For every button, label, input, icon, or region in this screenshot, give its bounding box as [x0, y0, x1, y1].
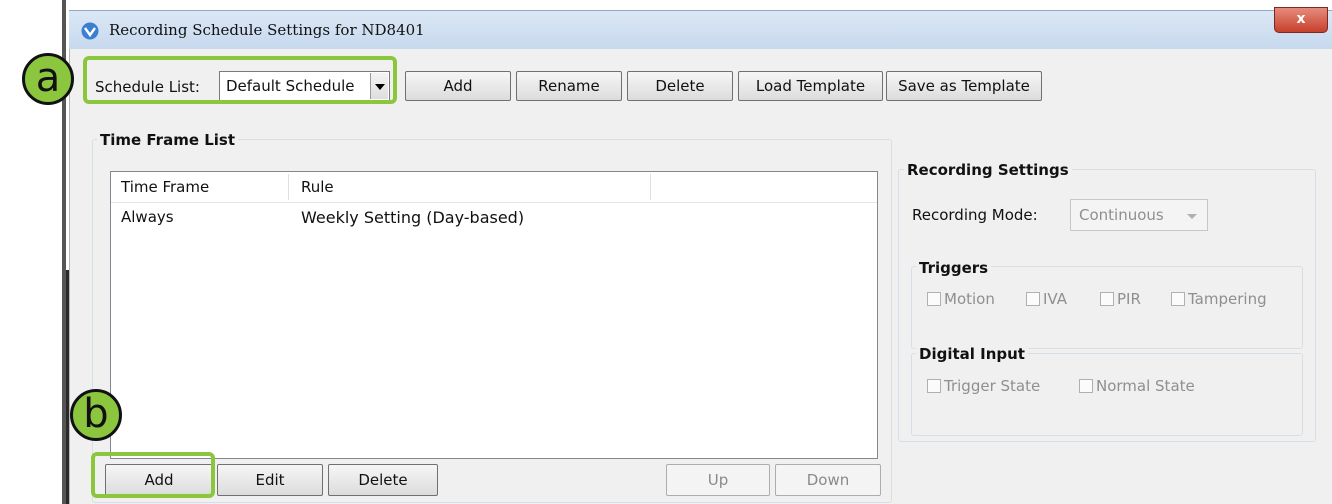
close-button[interactable]: x: [1274, 7, 1328, 33]
add-schedule-button[interactable]: Add: [405, 71, 511, 101]
delete-time-frame-button[interactable]: Delete: [328, 464, 438, 496]
recording-mode-label: Recording Mode:: [912, 206, 1038, 224]
triggers-title: Triggers: [916, 259, 992, 277]
column-header-time-frame[interactable]: Time Frame: [121, 178, 209, 196]
tampering-label: Tampering: [1188, 290, 1267, 308]
pir-checkbox[interactable]: [1100, 292, 1114, 306]
time-frame-cell: Always: [121, 208, 174, 226]
delete-schedule-button[interactable]: Delete: [627, 71, 733, 101]
recording-settings-title: Recording Settings: [904, 161, 1072, 179]
rename-schedule-button[interactable]: Rename: [516, 71, 622, 101]
window-client: Schedule List: Default Schedule Add Rena…: [69, 49, 1332, 504]
callout-b-badge: b: [70, 389, 122, 441]
move-up-button[interactable]: Up: [666, 464, 770, 496]
move-down-button[interactable]: Down: [775, 464, 881, 496]
tampering-checkbox[interactable]: [1171, 292, 1185, 306]
trigger-state-checkbox[interactable]: [927, 379, 941, 393]
callout-a-badge: a: [22, 53, 74, 105]
recording-mode-dropdown[interactable]: Continuous: [1070, 199, 1208, 231]
digital-input-title: Digital Input: [916, 345, 1028, 363]
chevron-down-icon: [1187, 214, 1197, 219]
pir-label: PIR: [1117, 290, 1141, 308]
normal-state-label: Normal State: [1096, 377, 1195, 395]
iva-checkbox[interactable]: [1026, 292, 1040, 306]
time-frame-group-title: Time Frame List: [97, 131, 239, 149]
window-title: Recording Schedule Settings for ND8401: [109, 21, 425, 39]
trigger-state-label: Trigger State: [944, 377, 1041, 395]
time-frame-table[interactable]: Time Frame Rule Always Weekly Setting (D…: [110, 171, 878, 459]
motion-checkbox[interactable]: [927, 292, 941, 306]
title-bar[interactable]: Recording Schedule Settings for ND8401 x: [69, 7, 1332, 49]
edit-time-frame-button[interactable]: Edit: [217, 464, 323, 496]
table-header: Time Frame Rule: [111, 172, 877, 203]
motion-label: Motion: [944, 290, 995, 308]
callout-b-highlight: [91, 452, 215, 498]
recording-mode-value: Continuous: [1079, 206, 1164, 224]
save-template-button[interactable]: Save as Template: [886, 71, 1042, 101]
app-logo-icon: [81, 22, 99, 40]
callout-a-highlight: [83, 56, 397, 104]
table-row[interactable]: Always Weekly Setting (Day-based): [111, 204, 877, 232]
iva-label: IVA: [1043, 290, 1067, 308]
column-separator[interactable]: [288, 174, 289, 200]
column-header-rule[interactable]: Rule: [301, 178, 334, 196]
load-template-button[interactable]: Load Template: [738, 71, 883, 101]
rule-cell: Weekly Setting (Day-based): [301, 208, 525, 227]
column-separator[interactable]: [650, 174, 651, 200]
normal-state-checkbox[interactable]: [1079, 379, 1093, 393]
